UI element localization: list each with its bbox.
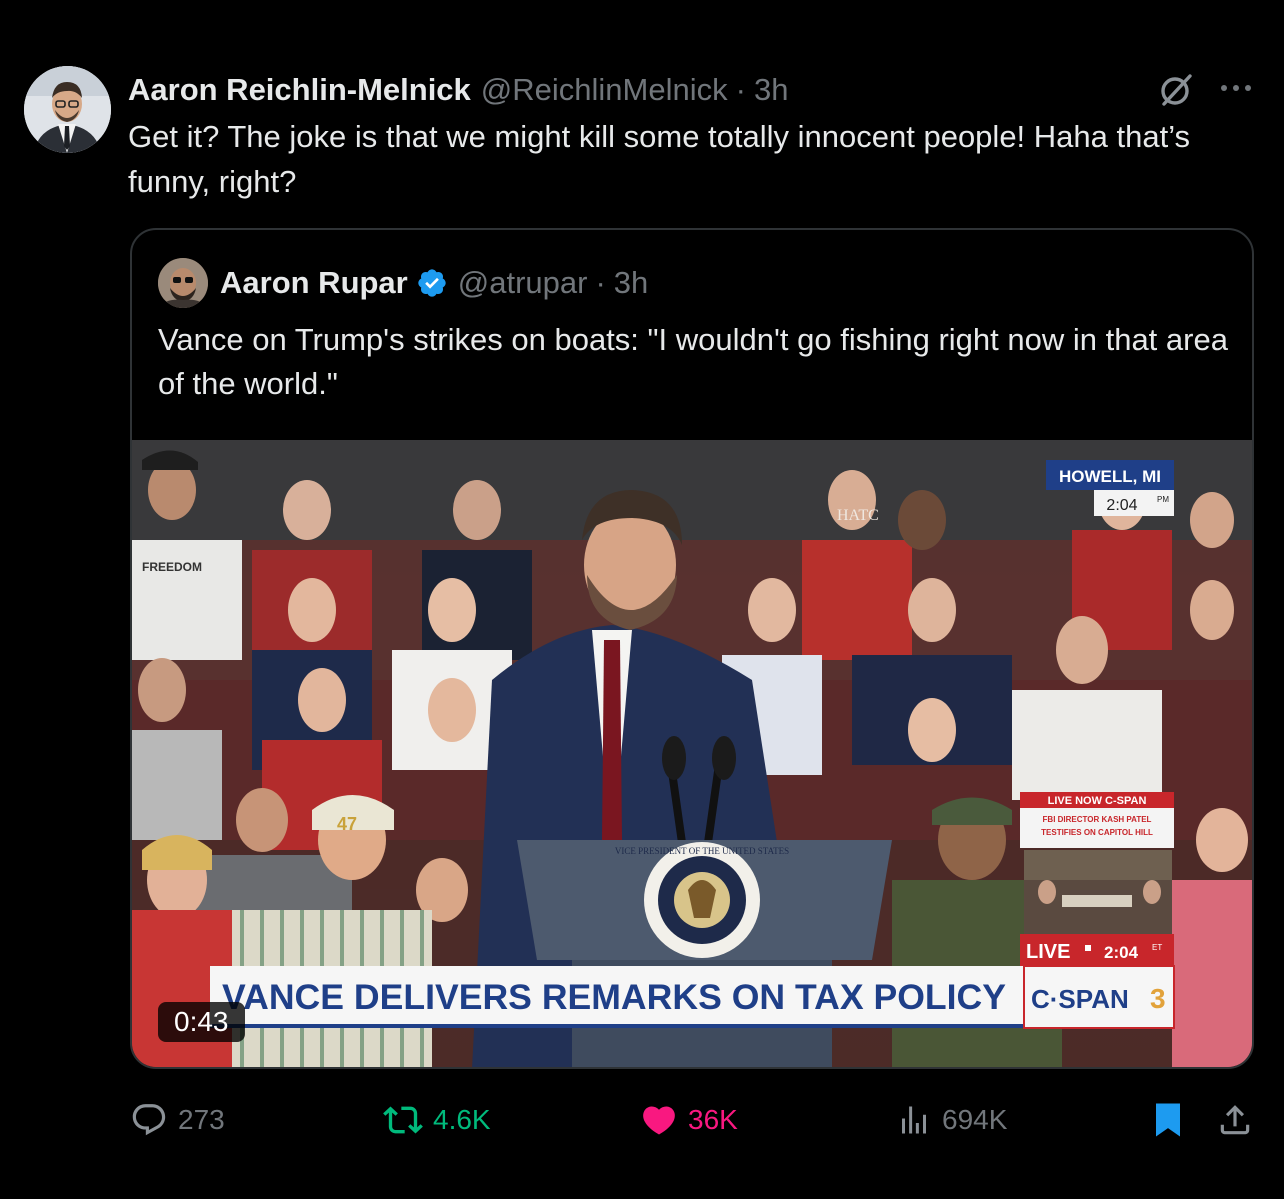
live-now-sub2: TESTIFIES ON CAPITOL HILL	[1041, 828, 1153, 837]
network-name: C·SPAN	[1031, 984, 1129, 1014]
views-count: 694K	[942, 1104, 1008, 1135]
quote-text: Vance on Trump's strikes on boats: "I wo…	[158, 322, 1228, 401]
like-count: 36K	[688, 1104, 738, 1135]
quote-author-avatar[interactable]	[158, 258, 208, 308]
quote-meta-separator: ·	[595, 265, 606, 300]
sign-text: HATC	[837, 507, 879, 524]
shirt-text: FREEDOM	[142, 560, 202, 574]
more-options-icon[interactable]	[1218, 70, 1254, 106]
live-time: 2:04	[1104, 943, 1139, 962]
bookmark-button[interactable]	[1150, 1095, 1196, 1145]
views-button[interactable]: 694K	[896, 1095, 1007, 1145]
share-button[interactable]	[1216, 1095, 1264, 1145]
live-now-sub1: FBI DIRECTOR KASH PATEL	[1043, 815, 1152, 824]
seal-text: VICE PRESIDENT OF THE UNITED STATES	[615, 846, 789, 856]
quote-header: Aaron Rupar @atrupar · 3h	[220, 260, 648, 306]
repost-icon	[383, 1106, 423, 1134]
action-bar: 273 4.6K 36K 694K	[0, 1095, 1284, 1145]
video-duration: 0:43	[158, 1002, 245, 1042]
quote-author-name[interactable]: Aaron Rupar	[220, 265, 408, 301]
reply-button[interactable]: 273	[130, 1095, 225, 1145]
meta-separator: ·	[735, 72, 746, 107]
author-name[interactable]: Aaron Reichlin-Melnick	[128, 72, 471, 108]
live-now-label: LIVE NOW C-SPAN	[1048, 795, 1147, 807]
views-chart-icon	[902, 1106, 926, 1134]
live-now-box: LIVE NOW C-SPAN FBI DIRECTOR KASH PATEL …	[1020, 792, 1174, 966]
quote-time[interactable]: 3h	[614, 265, 648, 301]
location-time-suffix: PM	[1157, 495, 1169, 504]
grok-icon[interactable]	[1158, 72, 1194, 108]
reply-icon	[132, 1104, 166, 1136]
live-time-suffix: ET	[1152, 943, 1162, 952]
video-frame: VICE PRESIDENT OF THE UNITED STATES FREE…	[132, 440, 1252, 1067]
repost-button[interactable]: 4.6K	[383, 1095, 491, 1145]
location-time: 2:04	[1106, 497, 1137, 514]
reply-count: 273	[178, 1104, 225, 1135]
verified-badge-icon	[418, 269, 446, 297]
lower-third: VANCE DELIVERS REMARKS ON TAX POLICY C·S…	[210, 965, 1175, 1029]
cap-text: 47	[337, 814, 357, 834]
share-icon	[1220, 1105, 1250, 1135]
tweet-header: Aaron Reichlin-Melnick @ReichlinMelnick …	[128, 70, 788, 110]
tweet-time[interactable]: 3h	[754, 72, 788, 108]
network-number: 3	[1150, 983, 1166, 1014]
lower-third-text: VANCE DELIVERS REMARKS ON TAX POLICY	[222, 978, 1006, 1017]
author-handle[interactable]: @ReichlinMelnick	[481, 72, 728, 108]
tweet-text: Get it? The joke is that we might kill s…	[128, 119, 1191, 199]
like-button[interactable]: 36K	[640, 1095, 738, 1145]
author-avatar[interactable]	[24, 66, 111, 153]
bookmark-icon	[1156, 1103, 1180, 1137]
location-text: HOWELL, MI	[1059, 467, 1161, 486]
live-label: LIVE	[1026, 941, 1070, 963]
quote-author-handle[interactable]: @atrupar	[458, 265, 588, 301]
heart-icon	[643, 1106, 675, 1135]
repost-count: 4.6K	[433, 1104, 491, 1135]
quote-tweet-card[interactable]: Aaron Rupar @atrupar · 3h Vance on Trump…	[130, 228, 1254, 1069]
video-player[interactable]: VICE PRESIDENT OF THE UNITED STATES FREE…	[132, 440, 1252, 1067]
